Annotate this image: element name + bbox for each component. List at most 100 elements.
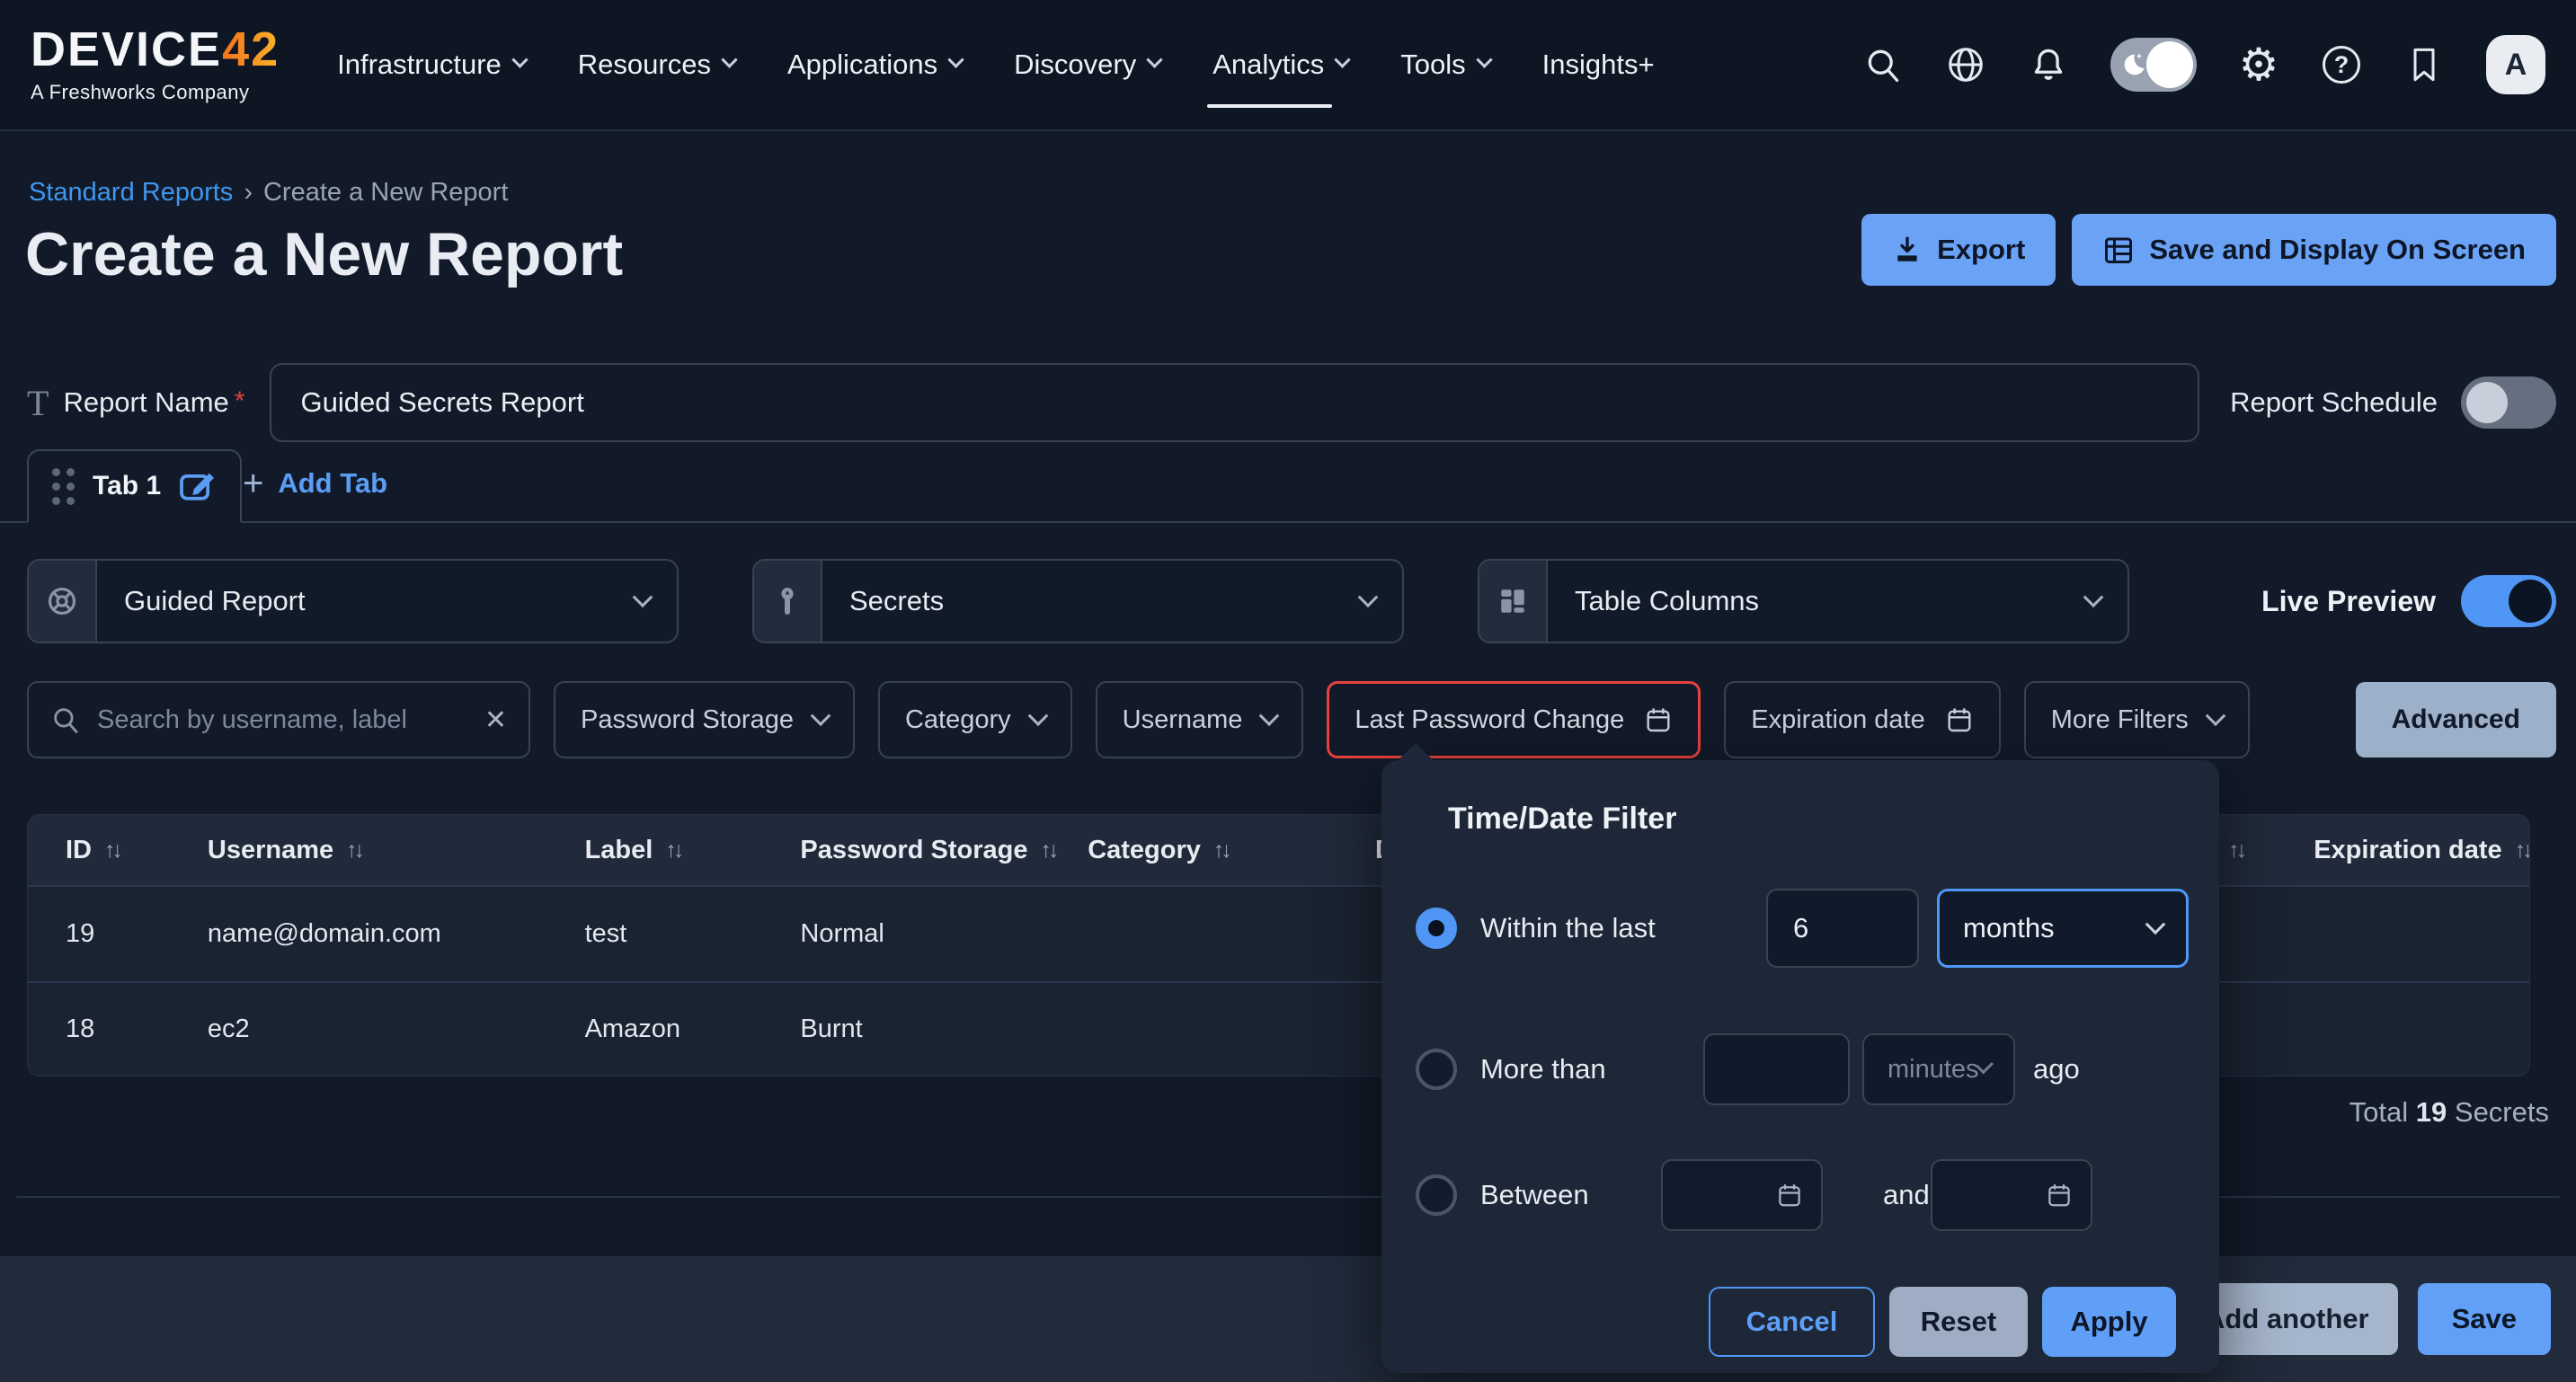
globe-icon[interactable] [1945, 44, 1986, 85]
column-header-username[interactable]: Username↑↓ [181, 836, 558, 865]
object-select[interactable]: Secrets [752, 559, 1404, 643]
within-last-radio[interactable] [1416, 908, 1457, 949]
user-avatar[interactable]: A [2486, 35, 2545, 94]
export-button[interactable]: Export [1861, 214, 2056, 286]
filter-category[interactable]: Category [878, 681, 1072, 758]
toggle-knob [2146, 41, 2193, 88]
toggle-knob [2509, 580, 2552, 623]
tab-1[interactable]: Tab 1 [27, 449, 242, 523]
popup-buttons: Cancel Reset Apply [1709, 1287, 2176, 1357]
reset-button[interactable]: Reset [1889, 1287, 2028, 1357]
breadcrumb: Standard Reports › Create a New Report [29, 178, 508, 208]
between-label: Between [1480, 1179, 1589, 1211]
more-than-radio[interactable] [1416, 1049, 1457, 1090]
main-menu: Infrastructure Resources Applications Di… [337, 49, 1654, 81]
report-schedule-label: Report Schedule [2230, 386, 2438, 419]
column-header-expiration-date[interactable]: Expiration date↑↓ [2287, 836, 2529, 865]
calendar-icon [2046, 1181, 2073, 1209]
sort-icon: ↑↓ [1213, 837, 1229, 864]
ago-label: ago [2033, 1053, 2080, 1085]
between-radio[interactable] [1416, 1174, 1457, 1216]
more-than-unit-select[interactable]: minutes [1862, 1033, 2015, 1105]
report-name-label: Report Name* [63, 386, 244, 419]
chevron-down-icon [1147, 51, 1163, 67]
chevron-down-icon [511, 51, 528, 67]
live-preview-label: Live Preview [2261, 585, 2436, 618]
more-than-value-input[interactable] [1703, 1033, 1850, 1105]
help-icon[interactable]: ? [2321, 44, 2362, 85]
column-header-category[interactable]: Category↑↓ [1061, 836, 1348, 865]
filter-expiration-date[interactable]: Expiration date [1724, 681, 2000, 758]
add-tab-button[interactable]: + Add Tab [243, 465, 387, 501]
search-icon [50, 704, 81, 735]
notifications-bell-icon[interactable] [2028, 44, 2069, 85]
sort-icon: ↑↓ [2228, 837, 2243, 864]
search-icon[interactable] [1862, 44, 1904, 85]
guided-report-icon [29, 561, 97, 642]
menu-tools[interactable]: Tools [1400, 49, 1489, 81]
report-name-input[interactable] [270, 363, 2199, 442]
menu-resources[interactable]: Resources [578, 49, 735, 81]
within-last-label: Within the last [1480, 912, 1656, 944]
table-columns-select[interactable]: Table Columns [1478, 559, 2129, 643]
advanced-button[interactable]: Advanced [2356, 682, 2556, 757]
clear-search-icon[interactable]: ✕ [484, 704, 507, 736]
column-header-label[interactable]: Label↑↓ [558, 836, 774, 865]
chevron-down-icon [1259, 705, 1280, 726]
breadcrumb-current: Create a New Report [263, 178, 508, 208]
between-start-date-input[interactable] [1661, 1159, 1823, 1231]
menu-analytics[interactable]: Analytics [1212, 49, 1348, 81]
save-button[interactable]: Save [2418, 1283, 2551, 1355]
column-header-password-storage[interactable]: Password Storage↑↓ [773, 836, 1061, 865]
nav-utilities: ⚙ ? A [1862, 35, 2545, 94]
search-input[interactable] [97, 705, 468, 735]
search-box: ✕ [27, 681, 530, 758]
filter-last-password-change[interactable]: Last Password Change [1327, 681, 1701, 758]
filter-row: ✕ Password Storage Category Username Las… [27, 681, 2556, 758]
edit-tab-icon[interactable] [179, 470, 217, 502]
sort-icon: ↑↓ [2515, 837, 2529, 864]
sort-icon: ↑↓ [1040, 837, 1055, 864]
within-last-unit-select[interactable]: months [1937, 889, 2189, 968]
page-title: Create a New Report [25, 219, 623, 289]
total-number: 19 [2416, 1096, 2447, 1128]
brand-text: DEVICE [31, 22, 222, 76]
report-schedule-toggle[interactable] [2461, 377, 2556, 429]
settings-gear-icon[interactable]: ⚙ [2238, 44, 2279, 85]
time-date-filter-popup: Time/Date Filter Within the last 6 month… [1381, 760, 2219, 1373]
report-schedule: Report Schedule [2230, 377, 2556, 429]
filter-more-filters[interactable]: More Filters [2024, 681, 2250, 758]
download-icon [1892, 235, 1923, 265]
cancel-button[interactable]: Cancel [1709, 1287, 1875, 1357]
tab-label: Tab 1 [93, 471, 161, 501]
columns-grid-icon [1479, 561, 1548, 642]
apply-button[interactable]: Apply [2042, 1287, 2176, 1357]
chevron-down-icon [2145, 914, 2166, 935]
breadcrumb-standard-reports[interactable]: Standard Reports [29, 178, 233, 208]
chevron-down-icon [1358, 587, 1379, 607]
column-header-id[interactable]: ID↑↓ [28, 836, 181, 865]
device42-logo[interactable]: DEVICE42 A Freshworks Company [31, 25, 280, 104]
drag-handle-icon[interactable] [52, 468, 75, 505]
sort-icon: ↑↓ [665, 837, 680, 864]
within-last-value-input[interactable]: 6 [1766, 889, 1919, 968]
dark-mode-toggle[interactable] [2110, 38, 2197, 92]
chevron-down-icon [947, 51, 964, 67]
menu-insights[interactable]: Insights+ [1542, 49, 1655, 81]
bookmark-icon[interactable] [2403, 44, 2445, 85]
toggle-knob [2466, 382, 2508, 423]
save-and-display-button[interactable]: Save and Display On Screen [2072, 214, 2556, 286]
between-end-date-input[interactable] [1931, 1159, 2092, 1231]
chevron-down-icon [721, 51, 737, 67]
chevron-down-icon [1476, 51, 1492, 67]
filter-username[interactable]: Username [1096, 681, 1304, 758]
menu-discovery[interactable]: Discovery [1014, 49, 1160, 81]
menu-infrastructure[interactable]: Infrastructure [337, 49, 526, 81]
filter-password-storage[interactable]: Password Storage [554, 681, 855, 758]
live-preview-toggle[interactable] [2461, 575, 2556, 627]
menu-applications[interactable]: Applications [787, 49, 962, 81]
report-type-value: Guided Report [124, 585, 306, 617]
plus-icon: + [243, 465, 263, 501]
report-name-row: T Report Name* Report Schedule [27, 363, 2556, 442]
report-type-select[interactable]: Guided Report [27, 559, 679, 643]
